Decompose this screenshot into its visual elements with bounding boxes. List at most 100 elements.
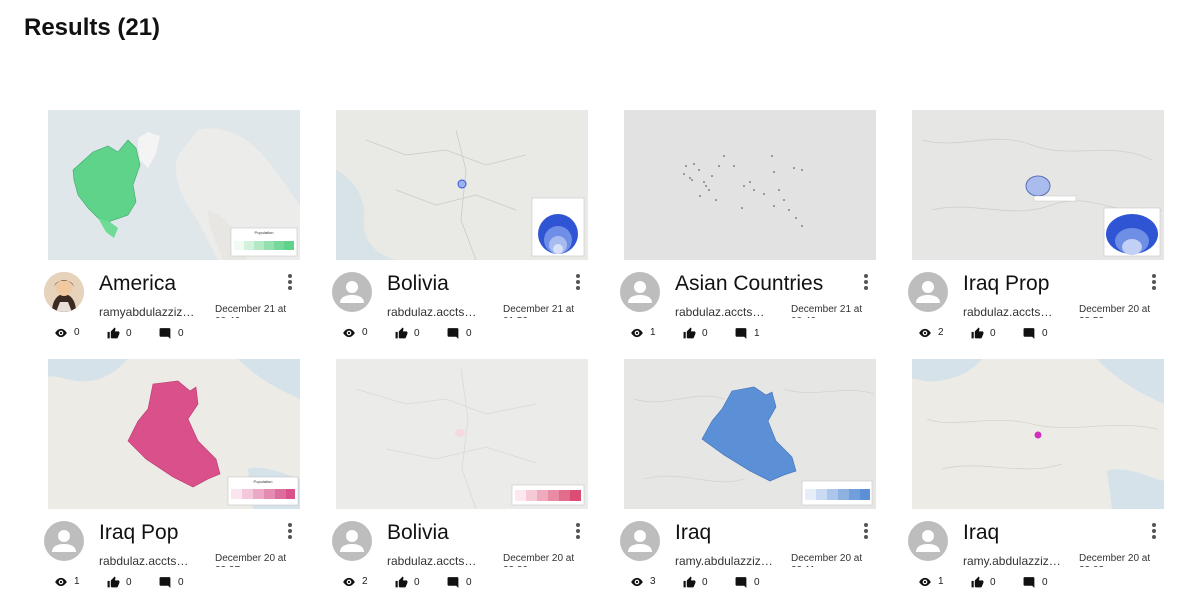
more-vert-icon[interactable] — [860, 522, 872, 542]
map-thumbnail[interactable] — [624, 110, 876, 260]
comments-stat[interactable]: 0 — [1023, 576, 1048, 589]
likes-stat[interactable]: 0 — [395, 576, 420, 589]
map-card[interactable]: Iraq ramy.abdulazziz… December 20 at 22:… — [908, 359, 1164, 599]
comment-icon[interactable] — [447, 576, 460, 589]
thumbs-up-icon[interactable] — [107, 327, 120, 340]
thumbs-up-icon[interactable] — [683, 327, 696, 340]
thumbs-up-icon[interactable] — [971, 576, 984, 589]
map-card[interactable]: Asian Countries rabdulaz.accts… December… — [620, 110, 876, 350]
comment-icon[interactable] — [447, 327, 460, 340]
eye-icon — [919, 328, 931, 337]
author-name[interactable]: rabdulaz.accts… — [675, 305, 780, 319]
more-vert-icon[interactable] — [1148, 522, 1160, 542]
user-avatar[interactable] — [908, 521, 948, 561]
views-stat: 0 — [54, 327, 80, 338]
user-avatar[interactable] — [44, 272, 84, 312]
more-vert-icon[interactable] — [572, 522, 584, 542]
author-name[interactable]: rabdulaz.accts… — [387, 554, 492, 568]
eye-icon — [919, 577, 931, 586]
map-card[interactable]: Iraq ramy.abdulazziz… December 20 at 22:… — [620, 359, 876, 599]
comments-stat[interactable]: 0 — [447, 327, 472, 340]
views-stat: 1 — [54, 576, 80, 587]
user-avatar[interactable] — [620, 272, 660, 312]
card-title[interactable]: Bolivia — [387, 521, 449, 545]
views-stat: 1 — [918, 576, 944, 587]
post-date: December 20 at 23:37 — [215, 553, 287, 567]
thumbs-up-icon[interactable] — [683, 576, 696, 589]
more-vert-icon[interactable] — [1148, 273, 1160, 293]
likes-stat[interactable]: 0 — [683, 327, 708, 340]
more-vert-icon[interactable] — [860, 273, 872, 293]
comment-icon[interactable] — [1023, 576, 1036, 589]
likes-stat[interactable]: 0 — [395, 327, 420, 340]
post-date: December 20 at 23:53 — [1079, 304, 1151, 318]
map-thumbnail[interactable]: Population — [48, 110, 300, 260]
map-card[interactable]: Population Iraq Pop rabdulaz.accts… Dece… — [44, 359, 300, 599]
post-date: December 21 at 00:46 — [215, 304, 287, 318]
thumbs-up-icon[interactable] — [107, 576, 120, 589]
card-title[interactable]: Iraq — [963, 521, 999, 545]
user-avatar[interactable] — [332, 272, 372, 312]
thumbs-up-icon[interactable] — [395, 327, 408, 340]
more-vert-icon[interactable] — [284, 273, 296, 293]
eye-icon — [343, 577, 355, 586]
thumbs-up-icon[interactable] — [395, 576, 408, 589]
map-thumbnail[interactable] — [336, 110, 588, 260]
user-avatar[interactable] — [620, 521, 660, 561]
card-title[interactable]: Iraq — [675, 521, 711, 545]
post-date: December 20 at 22:03 — [1079, 553, 1151, 567]
author-name[interactable]: ramyabdulazziz… — [99, 305, 204, 319]
thumbs-up-icon[interactable] — [971, 327, 984, 340]
author-name[interactable]: ramy.abdulazziz… — [675, 554, 780, 568]
map-card[interactable]: Population America ramyabdulazziz… Decem… — [44, 110, 300, 350]
author-name[interactable]: rabdulaz.accts… — [387, 305, 492, 319]
comment-icon[interactable] — [159, 576, 172, 589]
likes-stat[interactable]: 0 — [971, 327, 996, 340]
comments-stat[interactable]: 0 — [159, 327, 184, 340]
comment-icon[interactable] — [735, 327, 748, 340]
likes-stat[interactable]: 0 — [683, 576, 708, 589]
map-thumbnail[interactable]: Population — [48, 359, 300, 509]
views-stat: 2 — [342, 576, 368, 587]
card-title[interactable]: Bolivia — [387, 272, 449, 296]
card-title[interactable]: Iraq Pop — [99, 521, 178, 545]
post-date: December 21 at 00:40 — [791, 304, 863, 318]
map-card[interactable]: Iraq Prop rabdulaz.accts… December 20 at… — [908, 110, 1164, 350]
post-date: December 21 at 01:59 — [503, 304, 575, 318]
user-avatar[interactable] — [908, 272, 948, 312]
views-stat: 2 — [918, 327, 944, 338]
author-name[interactable]: rabdulaz.accts… — [99, 554, 204, 568]
likes-stat[interactable]: 0 — [107, 576, 132, 589]
comment-icon[interactable] — [159, 327, 172, 340]
card-title[interactable]: Iraq Prop — [963, 272, 1049, 296]
map-card[interactable]: Bolivia rabdulaz.accts… December 20 at 2… — [332, 359, 588, 599]
post-date: December 20 at 22:11 — [791, 553, 863, 567]
post-date: December 20 at 22:39 — [503, 553, 575, 567]
comments-stat[interactable]: 0 — [447, 576, 472, 589]
eye-icon — [343, 328, 355, 337]
map-thumbnail[interactable] — [912, 110, 1164, 260]
card-title[interactable]: America — [99, 272, 176, 296]
eye-icon — [631, 328, 643, 337]
comment-icon[interactable] — [735, 576, 748, 589]
user-avatar[interactable] — [332, 521, 372, 561]
more-vert-icon[interactable] — [284, 522, 296, 542]
likes-stat[interactable]: 0 — [971, 576, 996, 589]
comments-stat[interactable]: 0 — [1023, 327, 1048, 340]
card-title[interactable]: Asian Countries — [675, 272, 823, 296]
user-avatar[interactable] — [44, 521, 84, 561]
more-vert-icon[interactable] — [572, 273, 584, 293]
map-thumbnail[interactable] — [336, 359, 588, 509]
comments-stat[interactable]: 0 — [735, 576, 760, 589]
author-name[interactable]: ramy.abdulazziz… — [963, 554, 1068, 568]
likes-stat[interactable]: 0 — [107, 327, 132, 340]
views-stat: 0 — [342, 327, 368, 338]
comments-stat[interactable]: 1 — [735, 327, 760, 340]
comment-icon[interactable] — [1023, 327, 1036, 340]
author-name[interactable]: rabdulaz.accts… — [963, 305, 1068, 319]
map-thumbnail[interactable] — [912, 359, 1164, 509]
results-title: Results (21) — [24, 14, 161, 41]
map-card[interactable]: Bolivia rabdulaz.accts… December 21 at 0… — [332, 110, 588, 350]
comments-stat[interactable]: 0 — [159, 576, 184, 589]
map-thumbnail[interactable] — [624, 359, 876, 509]
